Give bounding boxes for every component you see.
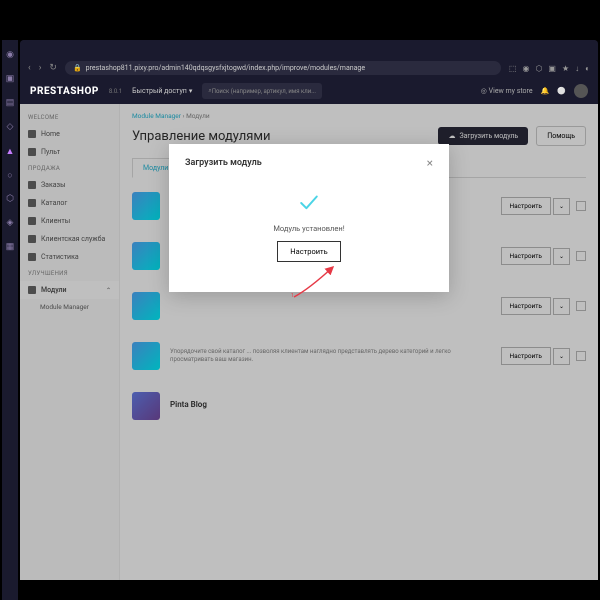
ext-icon[interactable]: ▣: [548, 64, 556, 73]
admin-search[interactable]: ⌕ Поиск (например, артикул, имя кли...: [202, 83, 322, 99]
admin-header: PRESTASHOP 8.0.1 Быстрый доступ ▾ ⌕ Поис…: [20, 78, 598, 104]
ext-icon[interactable]: ★: [562, 64, 569, 73]
browser-extensions: ⬚ ◉ ⬡ ▣ ★ ↓ ◐: [509, 64, 590, 73]
ext-icon[interactable]: ⬚: [509, 64, 517, 73]
lock-icon: 🔒: [73, 64, 82, 72]
checkmark-icon: [296, 190, 322, 216]
svg-text:1: 1: [291, 293, 294, 299]
ext-icon[interactable]: ◐: [585, 64, 590, 73]
admin-body: WELCOME Home Пульт ПРОДАЖА Заказы Катало…: [20, 104, 598, 580]
success-message: Модуль установлен!: [273, 224, 344, 233]
browser-toolbar: ‹ › ↻ 🔒 prestashop811.pixy.pro/admin140q…: [20, 58, 598, 78]
icon[interactable]: ▦: [5, 242, 15, 252]
icon[interactable]: ◉: [5, 50, 15, 60]
version: 8.0.1: [109, 88, 122, 95]
ext-icon[interactable]: ⬡: [535, 64, 542, 73]
icon[interactable]: ▤: [5, 98, 15, 108]
quick-access-menu[interactable]: Быстрый доступ ▾: [132, 87, 192, 95]
icon[interactable]: ◈: [5, 218, 15, 228]
close-icon[interactable]: ×: [427, 156, 433, 170]
ext-icon[interactable]: ◉: [522, 64, 529, 73]
view-store-link[interactable]: ◎ View my store: [481, 87, 533, 95]
annotation-arrow: 1: [289, 259, 349, 299]
modal-title: Загрузить модуль: [185, 158, 262, 168]
icon[interactable]: ⬡: [5, 194, 15, 204]
upload-module-modal: Загрузить модуль × Модуль установлен! На…: [169, 144, 449, 292]
ext-icon[interactable]: ↓: [575, 64, 579, 73]
avatar[interactable]: [574, 84, 588, 98]
icon[interactable]: ○: [5, 170, 15, 180]
nav-forward-icon[interactable]: ›: [39, 63, 42, 73]
brand-logo: PRESTASHOP: [30, 86, 99, 97]
gift-icon[interactable]: ⚪: [557, 87, 566, 95]
url-text: prestashop811.pixy.pro/admin140qdqsgysfx…: [86, 64, 365, 72]
search-placeholder: Поиск (например, артикул, имя кли...: [212, 88, 316, 95]
address-bar[interactable]: 🔒 prestashop811.pixy.pro/admin140qdqsgys…: [65, 61, 501, 75]
icon[interactable]: ◇: [5, 122, 15, 132]
ide-activity-bar: ◉ ▣ ▤ ◇ ▲ ○ ⬡ ◈ ▦: [2, 40, 18, 600]
modal-overlay[interactable]: Загрузить модуль × Модуль установлен! На…: [20, 104, 598, 580]
nav-reload-icon[interactable]: ↻: [49, 63, 57, 73]
icon[interactable]: ▲: [5, 146, 15, 156]
notifications-icon[interactable]: 🔔: [541, 87, 550, 95]
browser-tabs: [20, 40, 598, 58]
nav-back-icon[interactable]: ‹: [28, 63, 31, 73]
browser-window: ‹ › ↻ 🔒 prestashop811.pixy.pro/admin140q…: [20, 40, 598, 580]
modal-configure-button[interactable]: Настроить: [277, 241, 340, 262]
icon[interactable]: ▣: [5, 74, 15, 84]
